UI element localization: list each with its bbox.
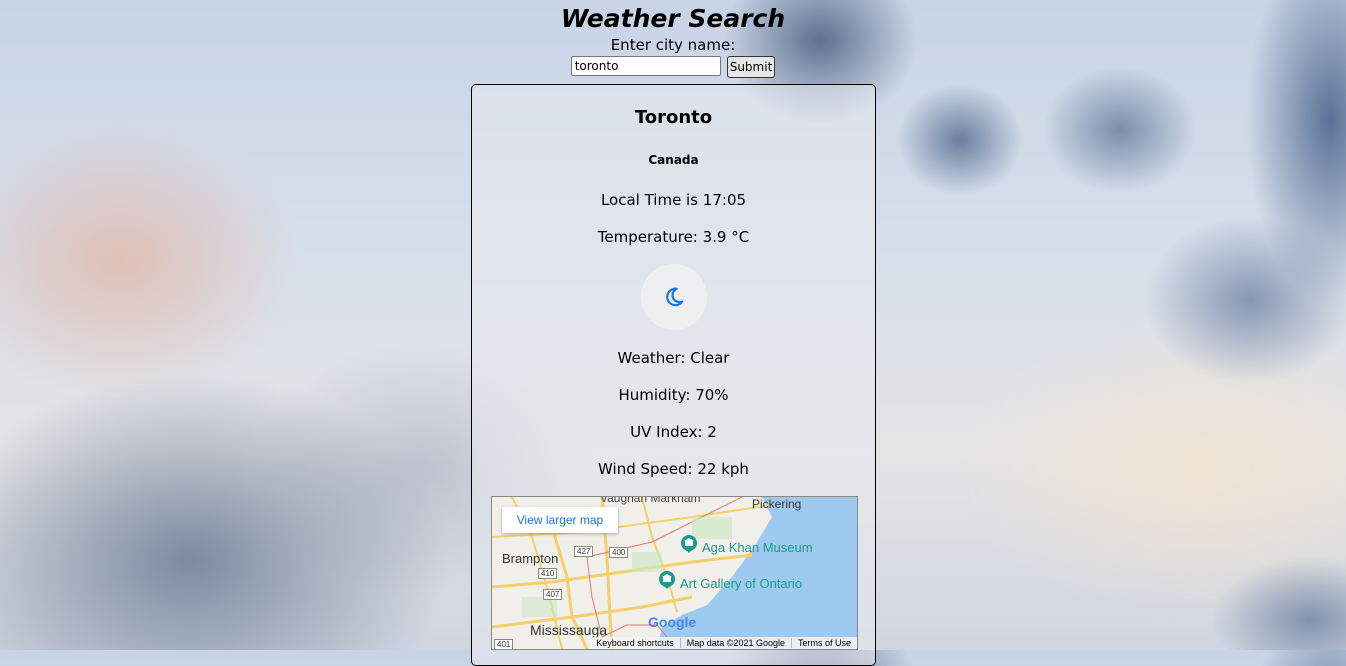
map-label-aga-khan-museum[interactable]: Aga Khan Museum — [702, 540, 813, 555]
temperature: Temperature: 3.9 °C — [597, 228, 750, 246]
wind-speed: Wind Speed: 22 kph — [598, 460, 749, 478]
map-label-mississauga: Mississauga — [530, 622, 608, 638]
search-form: Submit — [0, 56, 1346, 78]
keyboard-shortcuts-link[interactable]: Keyboard shortcuts — [590, 638, 680, 648]
page-title: Weather Search — [560, 4, 786, 33]
museum-pin-icon[interactable] — [658, 571, 676, 589]
search-header: Weather Search Enter city name: Submit — [0, 0, 1346, 78]
city-prompt-label: Enter city name: — [610, 36, 736, 54]
museum-pin-icon[interactable] — [680, 535, 698, 553]
city-name: Toronto — [634, 107, 713, 128]
map-label-pickering: Pickering — [752, 497, 802, 511]
google-logo: Google — [648, 614, 697, 630]
map-label-brampton: Brampton — [502, 551, 559, 566]
country-name: Canada — [648, 153, 699, 167]
view-larger-map-link[interactable]: View larger map — [502, 507, 618, 533]
highway-407-shield: 407 — [543, 589, 563, 600]
submit-button[interactable]: Submit — [726, 56, 776, 78]
map-data-attribution: Map data ©2021 Google — [679, 638, 791, 648]
local-time: Local Time is 17:05 — [600, 191, 747, 209]
weather-card: Toronto Canada Local Time is 17:05 Tempe… — [471, 84, 876, 666]
highway-410-shield: 410 — [538, 568, 558, 579]
highway-400-shield: 400 — [609, 547, 629, 558]
google-map-embed[interactable]: View larger map Vaughan Markham Pickerin… — [491, 496, 858, 650]
map-label-art-gallery-of-ontario[interactable]: Art Gallery of Ontario — [680, 576, 802, 591]
crescent-moon-icon — [666, 287, 684, 307]
highway-427-shield: 427 — [574, 546, 594, 557]
map-label-vaughan-markham: Vaughan Markham — [600, 496, 701, 505]
humidity: Humidity: 70% — [618, 386, 729, 404]
map-footer: Keyboard shortcuts Map data ©2021 Google… — [590, 637, 857, 649]
weather-icon-badge — [641, 264, 707, 330]
uv-index: UV Index: 2 — [630, 423, 717, 441]
terms-of-use-link[interactable]: Terms of Use — [790, 638, 857, 648]
weather-condition: Weather: Clear — [617, 349, 730, 367]
highway-401-shield: 401 — [494, 639, 514, 649]
city-search-input[interactable] — [570, 56, 721, 76]
